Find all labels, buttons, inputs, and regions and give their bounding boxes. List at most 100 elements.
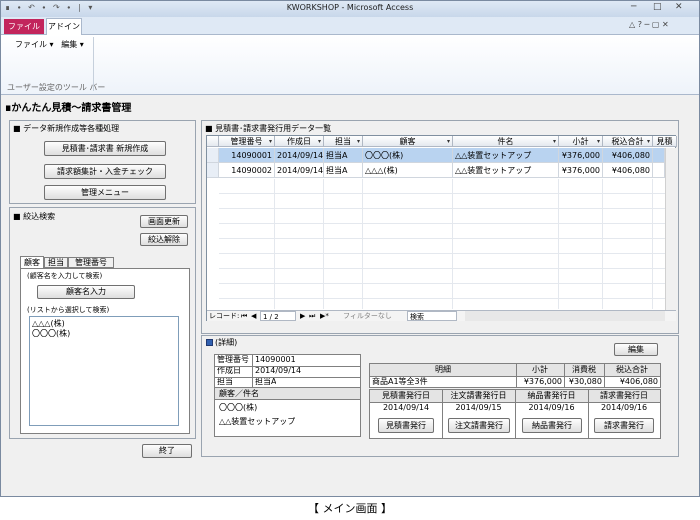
chevron-down-icon[interactable]: ▾ (357, 136, 360, 146)
table-cell[interactable]: △△△(株) (363, 163, 453, 178)
table-cell[interactable]: 2014/09/14 (275, 163, 324, 178)
row-selector-header (207, 136, 219, 147)
chevron-down-icon[interactable]: ▾ (447, 136, 450, 146)
tab-addin[interactable]: アドイン (46, 18, 82, 35)
minimize-icon[interactable]: ─ (631, 2, 636, 12)
customer-box: 顧客／件名 〇〇〇(株) △△装置セットアップ (214, 387, 361, 437)
horizontal-scrollbar[interactable] (465, 311, 665, 321)
ribbon-group-label: ユーザー設定のツール バー (7, 83, 106, 92)
table-cell[interactable]: 2014/09/14 (275, 148, 324, 163)
subject-name: △△装置セットアップ (219, 417, 296, 426)
col-header-customer[interactable]: 顧客 ▾ (363, 136, 453, 147)
first-record-icon[interactable]: ⏮ (241, 311, 247, 321)
col-header-staff[interactable]: 担当 ▾ (324, 136, 363, 147)
chevron-down-icon[interactable]: ▾ (269, 136, 272, 146)
summary-value: 商品A1等全3件 (372, 377, 428, 386)
table-cell[interactable]: 担当A (324, 148, 363, 163)
summary-header: 明細 (435, 365, 451, 374)
issue-header: 納品書発行日 (527, 391, 576, 400)
clear-filter-button[interactable]: 絞込解除 (140, 233, 188, 246)
table-cell[interactable]: ¥406,080 (603, 163, 653, 178)
data-grid: 管理番号 ▾ 作成日 ▾ 担当 ▾ 顧客 ▾ 件名 ▾ 小計 ▾ 税込合計 ▾ 見積 1409… (206, 135, 677, 321)
row-selector[interactable] (207, 148, 219, 163)
issue-header: 請求書発行日 (600, 391, 648, 400)
menu-edit[interactable]: 編集 ▾ (61, 40, 84, 49)
issue-order-button[interactable]: 注文請書発行 (448, 418, 510, 433)
col-header-date[interactable]: 作成日 ▾ (275, 136, 324, 147)
last-record-icon[interactable]: ⏭ (309, 311, 315, 321)
col-header-label: 小計 (572, 137, 589, 146)
divider (215, 366, 360, 367)
tab-staff[interactable]: 担当 (44, 257, 68, 268)
chevron-down-icon[interactable]: ▾ (597, 136, 600, 146)
divider (604, 364, 605, 387)
row-selector[interactable] (207, 163, 219, 178)
new-record-icon[interactable]: ▶* (320, 311, 329, 321)
col-header-subject[interactable]: 件名 ▾ (453, 136, 559, 147)
vertical-scrollbar[interactable] (665, 148, 676, 310)
divider (215, 377, 360, 378)
window-title: KWORKSHOP - Microsoft Access (286, 3, 414, 12)
search-box[interactable]: 検索 (407, 311, 457, 321)
title-bar: ∎ ∙ ↶ ∙ ↷ ∙ ∣ ▾ KWORKSHOP - Microsoft Ac… (1, 1, 699, 17)
prev-record-icon[interactable]: ◀ (251, 311, 256, 321)
ribbon-window-controls[interactable]: △ ? ─ ▢ ✕ (629, 20, 669, 29)
list-item[interactable]: 〇〇〇(株) (32, 328, 70, 339)
tab-control-number[interactable]: 管理番号 (68, 257, 114, 268)
grid-empty-area (219, 179, 665, 309)
issue-quote-button[interactable]: 見積書発行 (378, 418, 434, 433)
next-record-icon[interactable]: ▶ (300, 311, 305, 321)
ribbon-tabs: ファイル アドイン △ ? ─ ▢ ✕ (1, 17, 699, 35)
chevron-down-icon[interactable]: ▾ (647, 136, 650, 146)
exit-button[interactable]: 終了 (142, 444, 192, 458)
summary-header: 消費税 (572, 365, 596, 374)
table-cell[interactable]: 14090002 (219, 163, 275, 178)
col-header-total[interactable]: 税込合計 ▾ (603, 136, 653, 147)
new-document-button[interactable]: 見積書･請求書 新規作成 (44, 141, 166, 156)
admin-menu-button[interactable]: 管理メニュー (44, 185, 166, 200)
issue-invoice-button[interactable]: 請求書発行 (594, 418, 654, 433)
col-header-number[interactable]: 管理番号 ▾ (219, 136, 275, 147)
billing-check-button[interactable]: 請求額集計・入金チェック (44, 164, 166, 179)
refresh-button[interactable]: 画面更新 (140, 215, 188, 228)
grid-title: ■ 見積書･請求書発行用データ一覧 (205, 124, 332, 133)
record-position[interactable]: 1 / 2 (260, 311, 296, 321)
issue-header: 注文請書発行日 (450, 391, 507, 400)
detail-fields: 管理番号 14090001 作成日 2014/09/14 担当 担当A (214, 354, 361, 388)
chevron-down-icon[interactable]: ▾ (318, 136, 321, 146)
table-cell[interactable]: 〇〇〇(株) (363, 148, 453, 163)
customer-name-input-button[interactable]: 顧客名入力 (37, 285, 135, 299)
data-section-panel: ■ データ新規作成等各種処理 見積書･請求書 新規作成 請求額集計・入金チェック… (9, 120, 196, 204)
access-window: ∎ ∙ ↶ ∙ ↷ ∙ ∣ ▾ KWORKSHOP - Microsoft Ac… (0, 0, 700, 497)
col-header-quote[interactable]: 見積 (653, 136, 677, 147)
customer-list[interactable]: △△△(株) 〇〇〇(株) (29, 316, 179, 426)
table-cell[interactable]: 担当A (324, 163, 363, 178)
chevron-down-icon[interactable]: ▾ (553, 136, 556, 146)
issue-delivery-button[interactable]: 納品書発行 (522, 418, 582, 433)
table-cell[interactable]: ¥406,080 (603, 148, 653, 163)
col-header-label: 担当 (335, 137, 351, 146)
tab-file[interactable]: ファイル (4, 19, 44, 34)
table-cell[interactable]: △△装置セットアップ (453, 148, 559, 163)
table-cell[interactable]: ¥376,000 (559, 163, 603, 178)
issue-date: 2014/09/14 (382, 403, 430, 412)
table-cell[interactable]: △△装置セットアップ (453, 163, 559, 178)
tab-customer[interactable]: 顧客 (20, 256, 44, 268)
close-icon[interactable]: ✕ (675, 2, 683, 12)
col-header-label: 顧客 (399, 137, 416, 146)
table-cell[interactable] (653, 148, 665, 163)
summary-header: 税込合計 (616, 365, 648, 374)
col-header-label: 税込合計 (611, 137, 644, 146)
record-label: レコード: (209, 312, 240, 320)
table-cell[interactable]: 14090001 (219, 148, 275, 163)
col-header-subtotal[interactable]: 小計 ▾ (559, 136, 603, 147)
menu-file[interactable]: ファイル ▾ (15, 40, 54, 49)
summary-value: ¥376,000 (523, 377, 562, 386)
table-cell[interactable] (653, 163, 665, 178)
search-hint-list: (リストから選択して検索) (27, 306, 110, 314)
edit-button[interactable]: 編集 (614, 343, 658, 356)
filter-status[interactable]: フィルターなし (343, 311, 392, 321)
maximize-icon[interactable]: □ (653, 2, 662, 12)
search-tab-page: (顧客名を入力して検索) 顧客名入力 (リストから選択して検索) △△△(株) … (20, 268, 190, 434)
table-cell[interactable]: ¥376,000 (559, 148, 603, 163)
